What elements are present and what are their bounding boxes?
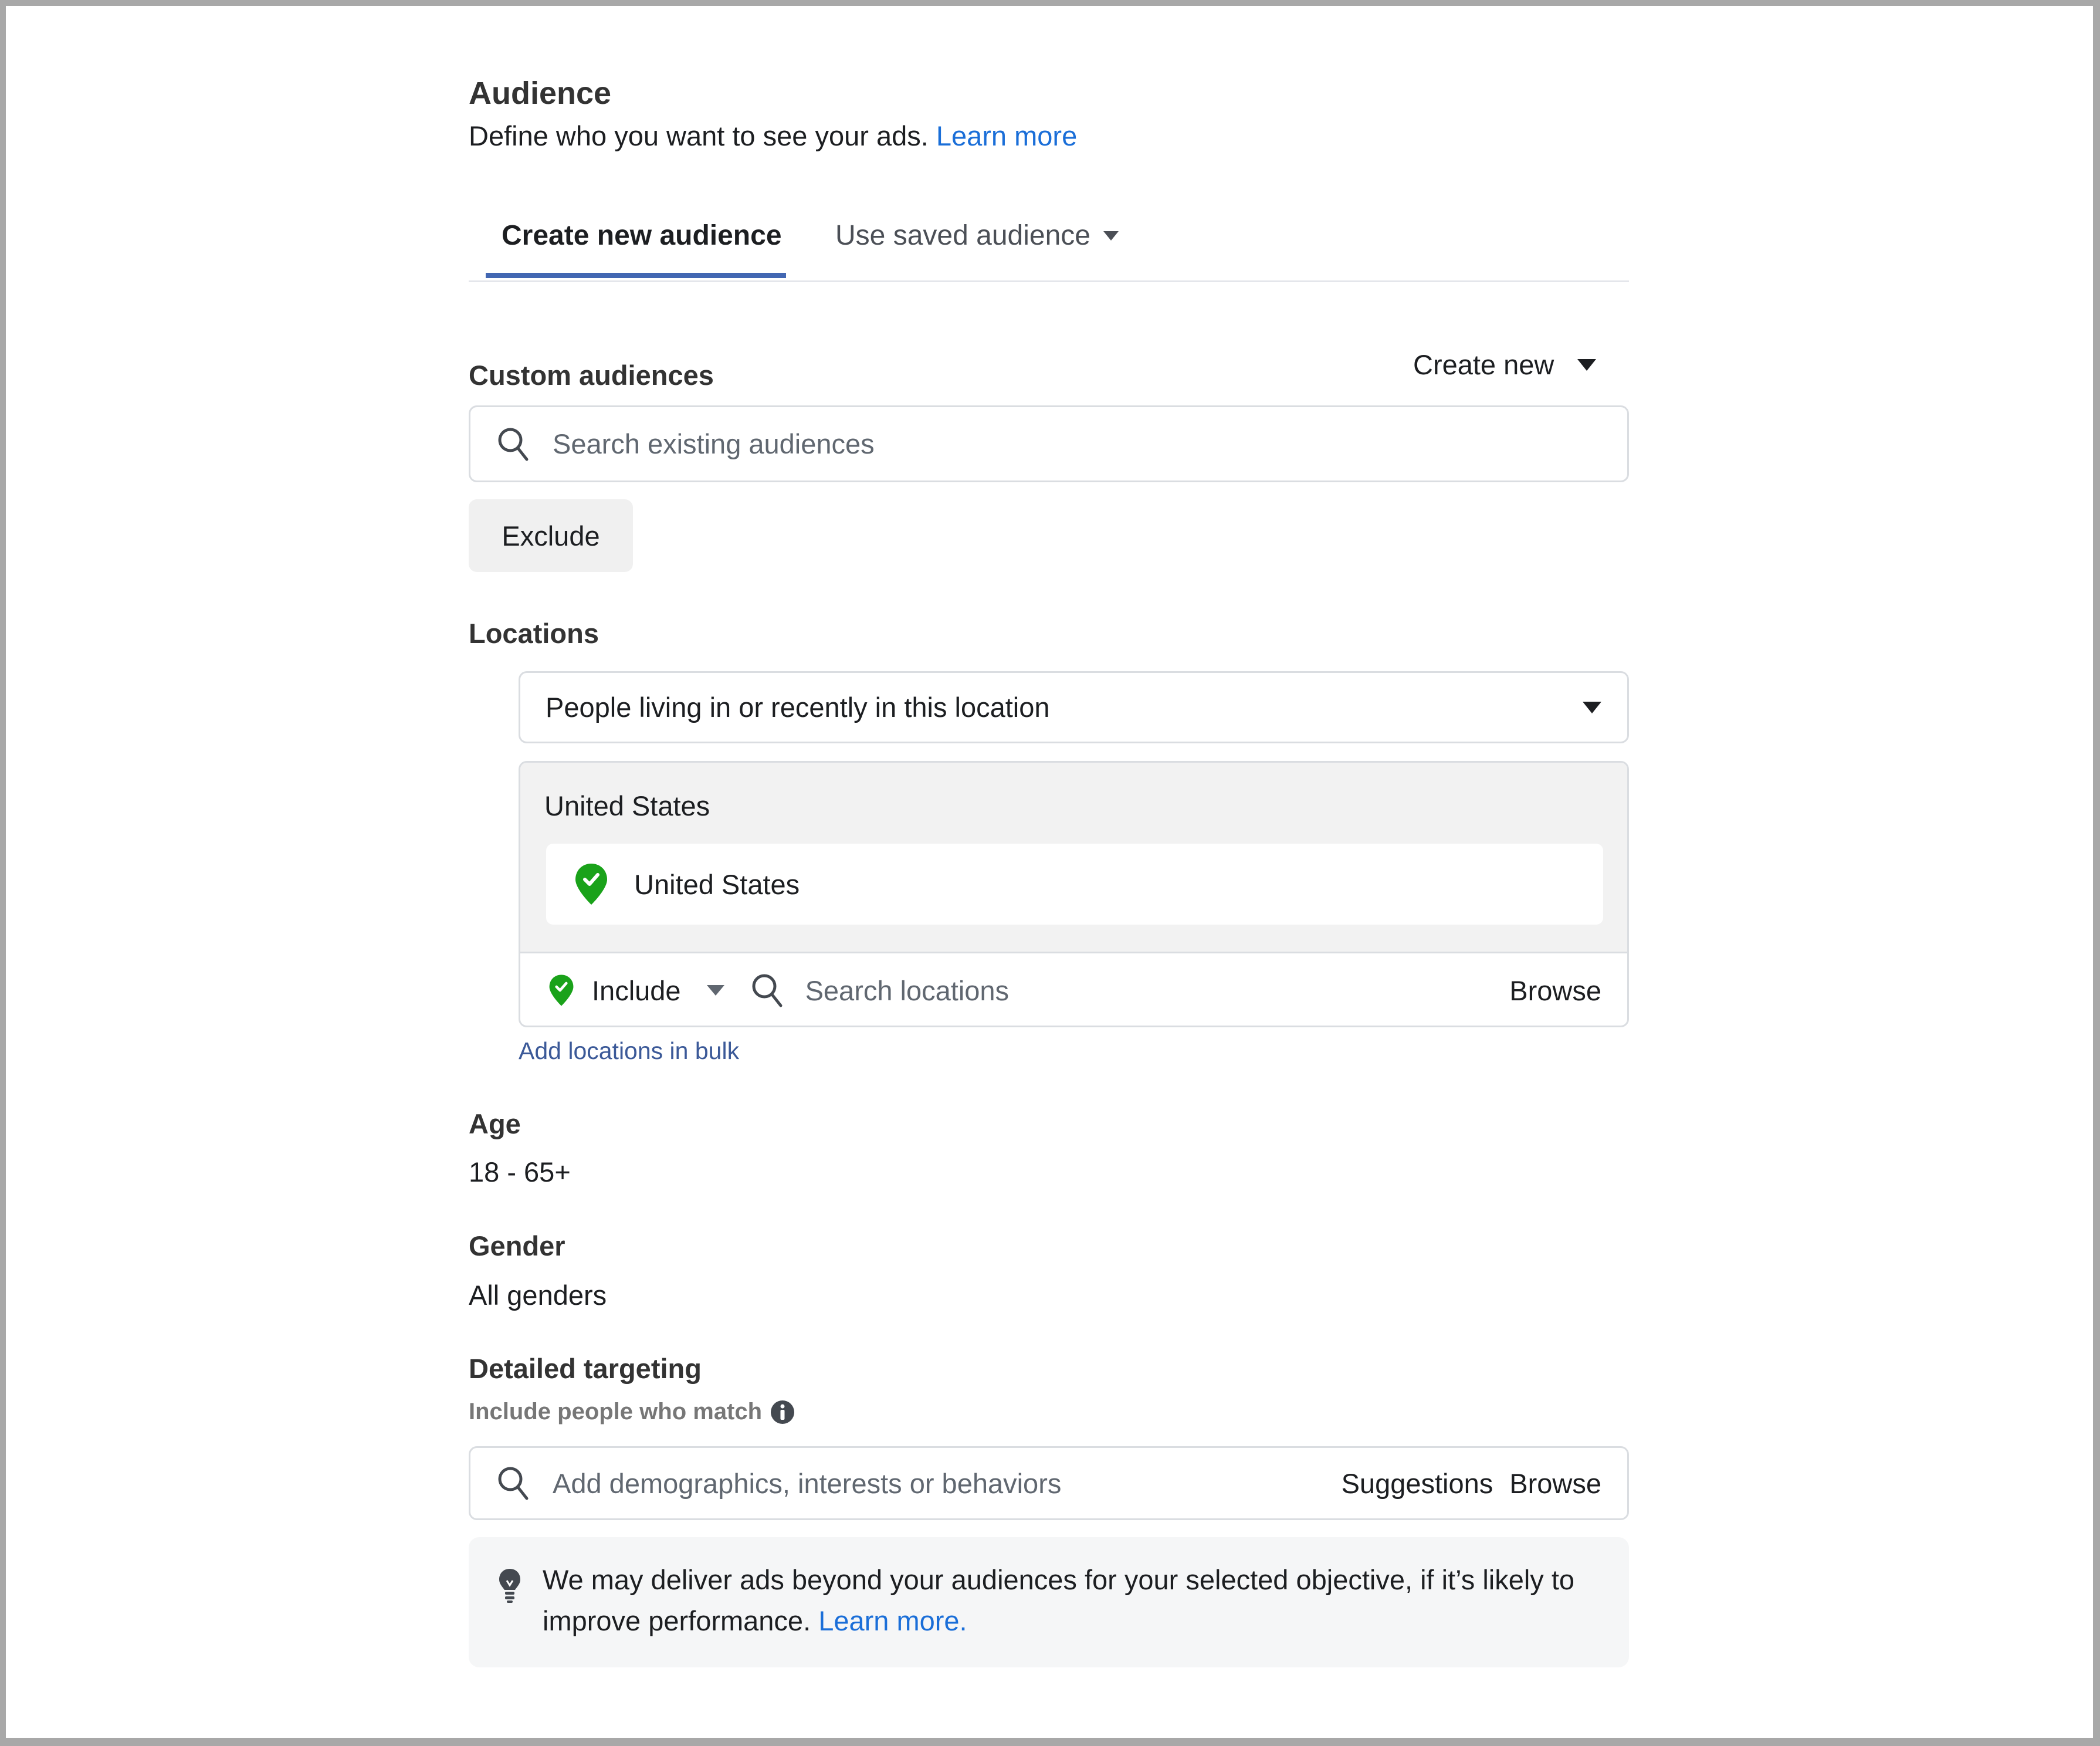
caret-down-icon — [1103, 231, 1119, 241]
tab-use-saved-audience[interactable]: Use saved audience — [835, 219, 1119, 252]
location-search-row: Include Search locations Browse — [520, 953, 1627, 1026]
search-placeholder: Search existing audiences — [553, 428, 875, 459]
info-icon[interactable] — [770, 1400, 795, 1424]
tab-label: Use saved audience — [835, 220, 1090, 251]
suggestions-button[interactable]: Suggestions — [1342, 1467, 1493, 1500]
search-icon — [752, 974, 783, 1007]
notice-text-block: We may deliver ads beyond your audiences… — [543, 1559, 1610, 1642]
detailed-targeting-label: Detailed targeting — [469, 1353, 702, 1384]
age-value[interactable]: 18 - 65+ — [469, 1156, 571, 1188]
location-item[interactable]: United States — [546, 844, 1603, 925]
selected-locations-panel: United States United States — [520, 763, 1627, 953]
detailed-targeting-placeholder: Add demographics, interests or behaviors — [553, 1467, 1062, 1499]
location-item-name: United States — [634, 868, 800, 900]
active-tab-indicator — [486, 273, 786, 278]
notice-learn-more-link[interactable]: Learn more. — [818, 1605, 967, 1636]
lightbulb-icon — [499, 1569, 520, 1603]
include-label: Include — [592, 974, 681, 1006]
search-locations-input[interactable]: Search locations — [805, 974, 1510, 1007]
caret-down-icon — [1577, 358, 1597, 371]
browse-targeting-button[interactable]: Browse — [1509, 1467, 1601, 1500]
custom-audiences-label: Custom audiences — [469, 360, 714, 391]
caret-down-icon — [1583, 701, 1601, 713]
location-type-value: People living in or recently in this loc… — [546, 692, 1050, 723]
gender-value[interactable]: All genders — [469, 1279, 607, 1311]
browse-locations-button[interactable]: Browse — [1509, 974, 1601, 1007]
learn-more-link[interactable]: Learn more — [936, 120, 1077, 151]
detailed-targeting-sublabel: Include people who match — [469, 1399, 795, 1425]
locations-label: Locations — [469, 618, 599, 649]
delivery-notice: We may deliver ads beyond your audiences… — [469, 1537, 1629, 1667]
search-icon — [498, 428, 529, 461]
include-dropdown[interactable]: Include — [548, 974, 724, 1007]
add-locations-in-bulk-link[interactable]: Add locations in bulk — [519, 1037, 739, 1065]
location-picker: United States United States Include Sear… — [519, 761, 1629, 1027]
create-new-dropdown[interactable]: Create new — [1413, 348, 1597, 381]
gender-label: Gender — [469, 1230, 565, 1261]
exclude-button[interactable]: Exclude — [469, 499, 633, 572]
description-text: Define who you want to see your ads. — [469, 120, 929, 151]
location-pin-check-icon — [575, 864, 607, 905]
create-new-label: Create new — [1413, 349, 1554, 380]
caret-down-icon — [706, 985, 724, 996]
location-pin-check-icon — [549, 974, 574, 1006]
search-existing-audiences-input[interactable]: Search existing audiences — [469, 405, 1629, 482]
age-label: Age — [469, 1108, 521, 1139]
detailed-targeting-input[interactable]: Add demographics, interests or behaviors… — [469, 1446, 1629, 1520]
section-title: Audience — [469, 76, 612, 111]
tab-create-new-audience[interactable]: Create new audience — [502, 219, 782, 252]
search-icon — [498, 1467, 529, 1500]
sublabel-text: Include people who match — [469, 1399, 763, 1424]
location-type-select[interactable]: People living in or recently in this loc… — [519, 671, 1629, 743]
notice-text: We may deliver ads beyond your audiences… — [543, 1564, 1575, 1636]
section-description: Define who you want to see your ads. Lea… — [469, 120, 1077, 152]
location-group-title: United States — [544, 790, 710, 821]
tabs-divider — [469, 280, 1629, 282]
